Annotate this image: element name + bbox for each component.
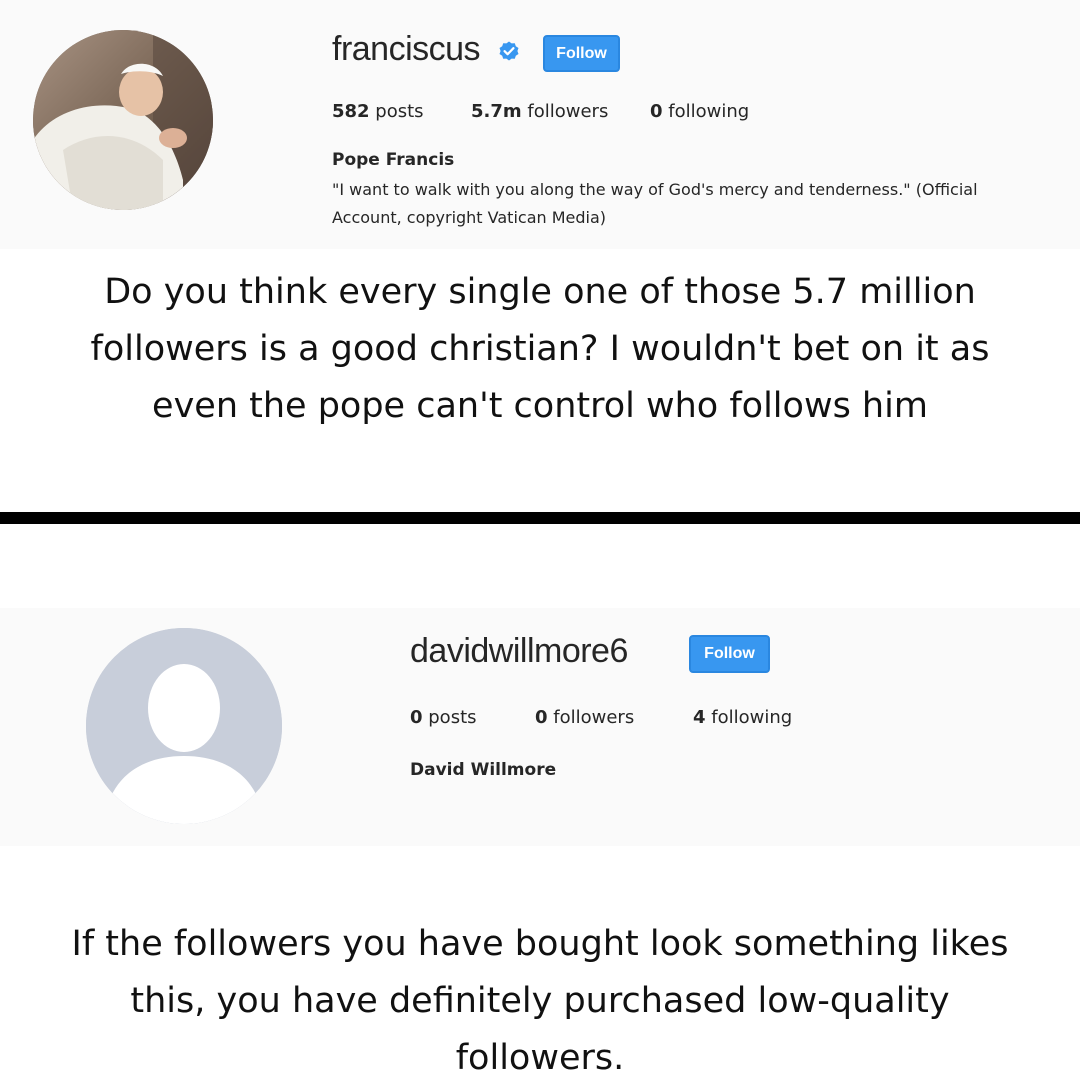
posts-stat[interactable]: 582 posts bbox=[332, 101, 424, 122]
profile-avatar[interactable] bbox=[86, 628, 282, 824]
caption-line: If the followers you have bought look so… bbox=[71, 924, 1009, 964]
profile-card-franciscus: franciscus Follow 582 posts 5.7m followe… bbox=[0, 0, 1080, 249]
caption-bottom: If the followers you have bought look so… bbox=[0, 916, 1080, 1087]
posts-count: 0 bbox=[410, 707, 423, 728]
full-name: David Willmore bbox=[410, 760, 557, 780]
bio-line: "I want to walk with you along the way o… bbox=[332, 180, 978, 199]
following-stat[interactable]: 4 following bbox=[693, 707, 792, 728]
followers-label: followers bbox=[547, 707, 635, 728]
caption-line: this, you have definitely purchased low-… bbox=[130, 981, 950, 1021]
following-count: 0 bbox=[650, 101, 663, 122]
followers-stat[interactable]: 5.7m followers bbox=[471, 101, 608, 122]
pope-photo-image bbox=[33, 30, 213, 210]
caption-line: Do you think every single one of those 5… bbox=[104, 272, 976, 312]
username: franciscus bbox=[332, 30, 481, 68]
verified-badge-icon bbox=[499, 41, 519, 61]
profile-avatar[interactable] bbox=[33, 30, 213, 210]
following-count: 4 bbox=[693, 707, 706, 728]
default-user-silhouette-icon bbox=[86, 628, 282, 824]
follow-button[interactable]: Follow bbox=[543, 35, 620, 72]
followers-label: followers bbox=[521, 101, 609, 122]
posts-label: posts bbox=[422, 707, 477, 728]
posts-stat[interactable]: 0 posts bbox=[410, 707, 477, 728]
posts-count: 582 bbox=[332, 101, 370, 122]
bio: "I want to walk with you along the way o… bbox=[332, 176, 1052, 232]
followers-count: 0 bbox=[535, 707, 548, 728]
username: davidwillmore6 bbox=[410, 632, 628, 670]
section-divider bbox=[0, 512, 1080, 524]
following-label: following bbox=[705, 707, 793, 728]
bio-line: Account, copyright Vatican Media) bbox=[332, 208, 607, 227]
posts-label: posts bbox=[369, 101, 424, 122]
caption-line: even the pope can't control who follows … bbox=[152, 386, 928, 426]
caption-top: Do you think every single one of those 5… bbox=[0, 264, 1080, 435]
caption-line: followers. bbox=[455, 1038, 625, 1078]
followers-count: 5.7m bbox=[471, 101, 522, 122]
following-label: following bbox=[662, 101, 750, 122]
following-stat[interactable]: 0 following bbox=[650, 101, 749, 122]
full-name: Pope Francis bbox=[332, 150, 455, 170]
follow-button[interactable]: Follow bbox=[689, 635, 770, 673]
followers-stat[interactable]: 0 followers bbox=[535, 707, 634, 728]
caption-line: followers is a good christian? I wouldn'… bbox=[90, 329, 990, 369]
